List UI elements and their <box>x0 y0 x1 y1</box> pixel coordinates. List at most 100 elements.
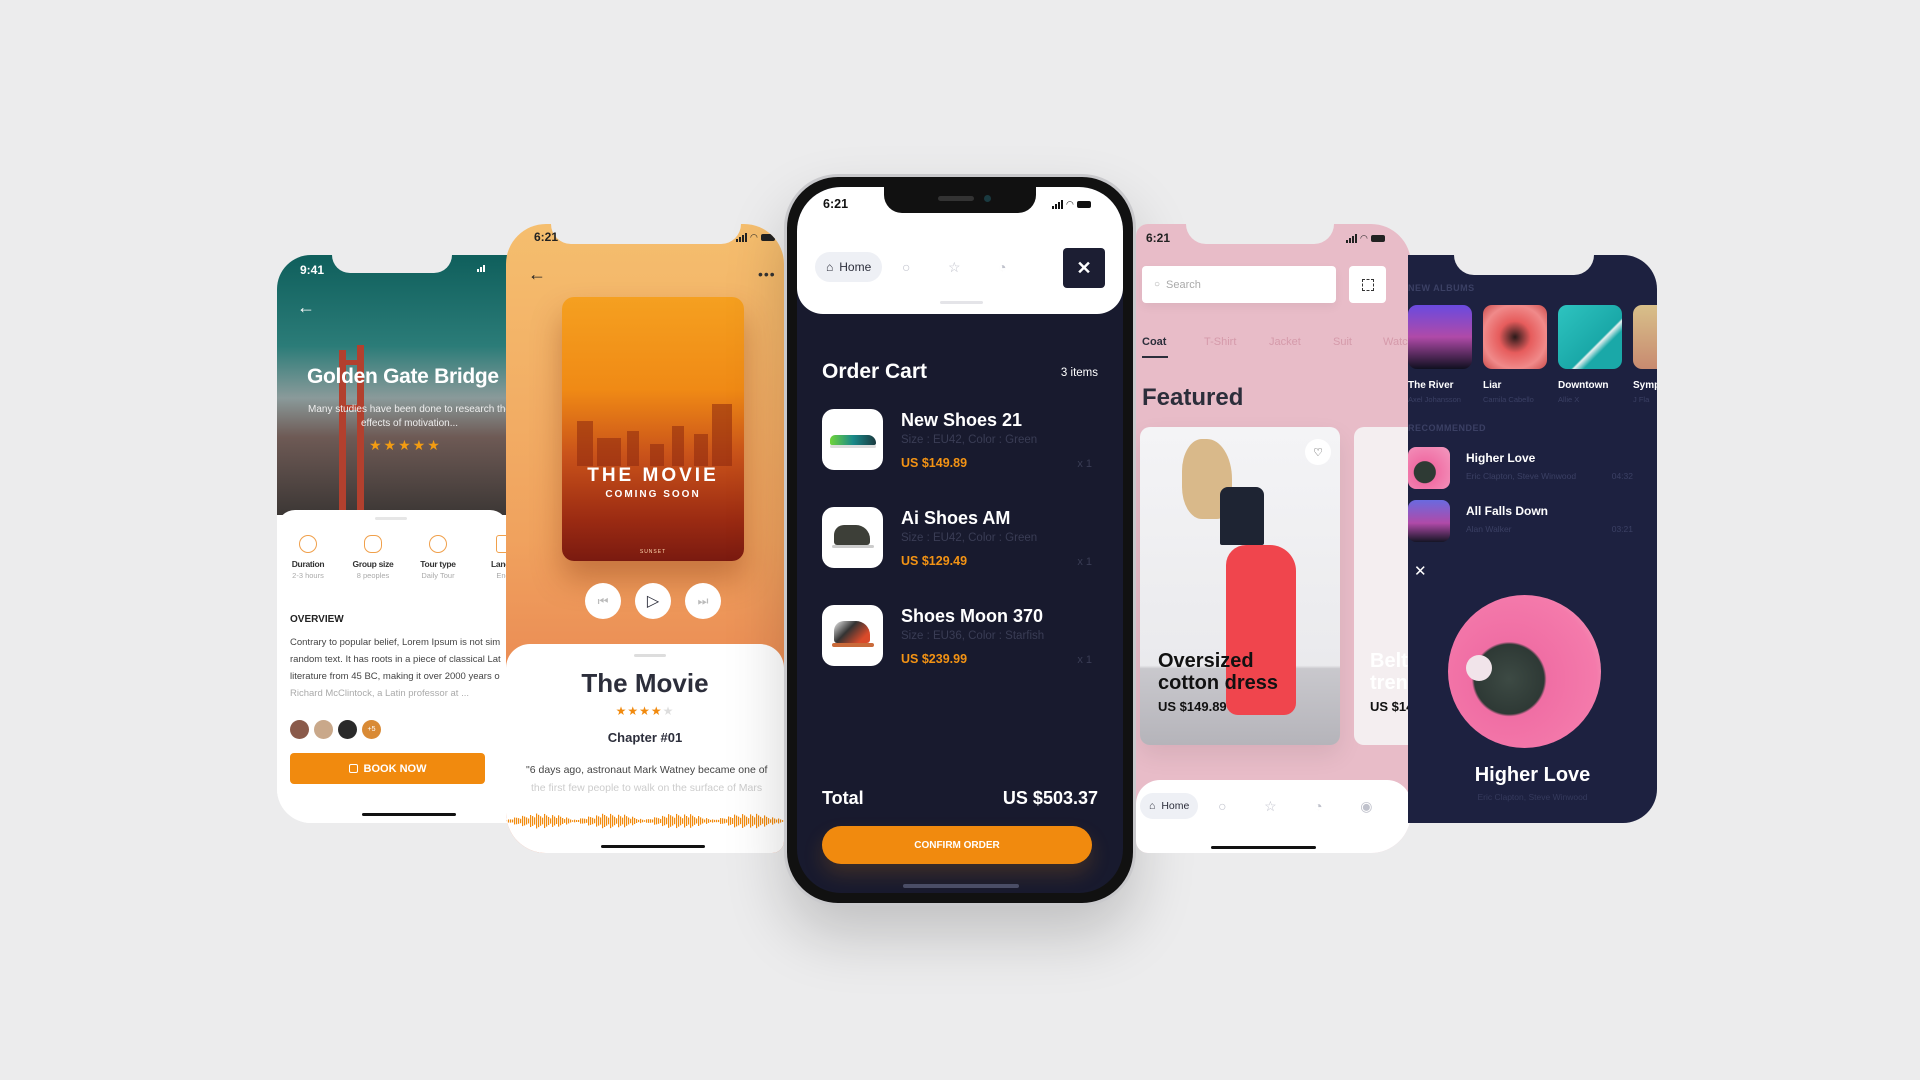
album-card[interactable]: Liar Camila Cabello <box>1483 305 1547 404</box>
signal-icon <box>477 265 485 272</box>
song-row[interactable]: Higher Love Eric Clapton, Steve Winwood … <box>1408 447 1633 489</box>
waveform-bar <box>596 815 598 827</box>
back-arrow-icon[interactable]: ← <box>528 264 546 285</box>
play-button[interactable]: ▷ <box>635 583 671 619</box>
nav-home-tab[interactable]: ⌂ Home <box>1140 793 1199 819</box>
speaker <box>938 196 974 201</box>
bell-icon[interactable]: ◔ <box>978 259 1026 275</box>
shoe-sole <box>832 545 874 548</box>
signal-icon <box>1052 200 1063 209</box>
panel-grabber[interactable] <box>940 301 983 304</box>
song-duration: 03:21 <box>1611 524 1633 534</box>
category-tab-coat[interactable]: Coat <box>1142 336 1166 348</box>
waveform-bar <box>714 819 716 823</box>
product-card[interactable]: ♡ Oversized cotton dress US $149.89 <box>1140 427 1340 745</box>
waveform-bar <box>630 818 632 824</box>
song-row[interactable]: All Falls Down Alan Walker 03:21 <box>1408 500 1633 542</box>
next-button[interactable]: ⏭ <box>685 583 721 619</box>
waveform-bar <box>616 818 618 824</box>
waveform-bar <box>738 816 740 826</box>
waveform-bar <box>652 819 654 823</box>
waveform-bar <box>558 815 560 827</box>
wifi-icon: ◠ <box>750 232 758 242</box>
waveform-bar <box>676 813 678 829</box>
stat-label: Langu <box>491 559 508 569</box>
audio-waveform[interactable] <box>506 806 784 836</box>
back-arrow-icon[interactable]: ← <box>297 297 315 318</box>
waveform-bar <box>728 816 730 826</box>
album-card[interactable]: Symp J Fla <box>1633 305 1657 404</box>
bell-icon[interactable]: ◔ <box>1294 798 1342 814</box>
cart-item[interactable]: Shoes Moon 370 Size : EU36, Color : Star… <box>822 605 1092 667</box>
waveform-bar <box>726 819 728 823</box>
waveform-bar <box>776 819 778 823</box>
cart-item[interactable]: Ai Shoes AM Size : EU42, Color : Green U… <box>822 507 1092 569</box>
model-top <box>1220 487 1264 545</box>
confirm-order-button[interactable]: CONFIRM ORDER <box>822 826 1092 864</box>
category-tab-watch[interactable]: Watc <box>1383 336 1408 348</box>
album-card[interactable]: Downtown Allie X <box>1558 305 1622 404</box>
category-tab-suit[interactable]: Suit <box>1333 336 1352 348</box>
album-title: Symp <box>1633 380 1657 391</box>
product-name: New Shoes 21 <box>901 410 1023 430</box>
profile-icon[interactable]: ◉ <box>1342 798 1390 815</box>
close-button[interactable]: ✕ <box>1063 248 1105 288</box>
cart-item[interactable]: New Shoes 21 Size : EU42, Color : Green … <box>822 409 1092 471</box>
product-thumbnail <box>822 409 883 470</box>
album-title: The River <box>1408 380 1454 391</box>
waveform-bar <box>778 818 780 824</box>
overview-line: literature from 45 BC, making it over 20… <box>290 671 500 682</box>
waveform-bar <box>692 815 694 827</box>
search-input[interactable]: ○ Search <box>1142 266 1336 303</box>
participant-avatars[interactable]: +5 <box>290 720 381 739</box>
waveform-bar <box>632 816 634 826</box>
album-card[interactable]: The River Axel Johansson <box>1408 305 1472 404</box>
waveform-bar <box>708 819 710 823</box>
featured-heading: Featured <box>1142 384 1244 411</box>
waveform-bar <box>610 813 612 829</box>
category-tab-tshirt[interactable]: T-Shirt <box>1204 336 1236 348</box>
music-app-phone: NEW ALBUMS The River Axel Johansson Liar… <box>1408 255 1657 823</box>
waveform-bar <box>678 815 680 827</box>
song-artist: Eric Clapton, Steve Winwood <box>1466 471 1577 481</box>
search-icon[interactable]: ○ <box>1198 798 1246 814</box>
scan-button[interactable] <box>1349 266 1386 303</box>
bottom-nav-bar: ⌂ Home ○ ☆ ◔ ◉ <box>1140 793 1390 819</box>
more-options-icon[interactable]: ••• <box>758 266 776 282</box>
waveform-bar <box>520 818 522 824</box>
star-icon[interactable]: ☆ <box>930 259 978 276</box>
movie-title: The Movie <box>581 668 709 698</box>
waveform-bar <box>736 815 738 827</box>
nav-home-tab[interactable]: ⌂ Home <box>815 252 883 282</box>
previous-button[interactable]: ⏮ <box>585 583 621 619</box>
product-card[interactable]: Belt tren US $14 <box>1354 427 1411 745</box>
overview-text: Contrary to popular belief, Lorem Ipsum … <box>290 634 508 702</box>
waveform-bar <box>528 818 530 824</box>
category-tab-jacket[interactable]: Jacket <box>1269 336 1301 348</box>
product-thumbnail <box>822 507 883 568</box>
sheet-grabber[interactable] <box>375 517 407 520</box>
waveform-bar <box>700 817 702 825</box>
search-icon[interactable]: ○ <box>882 259 930 275</box>
status-time: 6:21 <box>823 197 849 211</box>
waveform-bar <box>682 818 684 824</box>
waveform-bar <box>734 814 736 828</box>
waveform-bar <box>664 816 666 826</box>
waveform-bar <box>506 820 508 822</box>
product-details: Size : EU36, Color : Starfish <box>901 630 1045 642</box>
recommended-heading: RECOMMENDED <box>1408 423 1487 433</box>
waveform-bar <box>598 816 600 826</box>
close-player-button[interactable]: ✕ <box>1414 562 1427 580</box>
star-icon[interactable]: ☆ <box>1246 798 1294 815</box>
waveform-bar <box>512 819 514 823</box>
waveform-bar <box>750 814 752 828</box>
album-artist: Allie X <box>1558 395 1580 404</box>
waveform-bar <box>752 815 754 827</box>
home-indicator <box>1211 846 1316 849</box>
favorite-button[interactable]: ♡ <box>1305 439 1331 465</box>
sheet-grabber[interactable] <box>634 654 666 657</box>
book-now-button[interactable]: BOOK NOW <box>290 753 485 784</box>
product-name: Ai Shoes AM <box>901 508 1011 528</box>
waveform-bar <box>508 819 510 823</box>
waveform-bar <box>590 817 592 825</box>
